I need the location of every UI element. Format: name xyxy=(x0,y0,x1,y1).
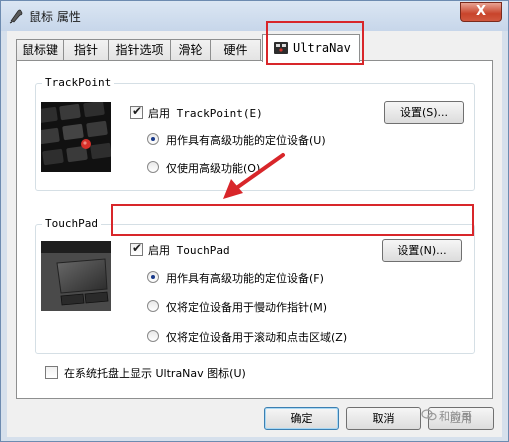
trackpoint-image xyxy=(41,102,111,172)
tab-mouse-buttons[interactable]: 鼠标键 xyxy=(16,39,64,61)
trackpoint-settings-button[interactable]: 设置(S)... xyxy=(384,101,464,124)
mouse-icon xyxy=(9,9,23,24)
trackpoint-group-label: TrackPoint xyxy=(42,76,115,89)
chat-bubble-icon xyxy=(421,409,437,421)
ultranav-tab-highlight xyxy=(266,21,364,65)
enable-touchpad-label: 启用 TouchPad xyxy=(148,244,230,257)
enable-trackpoint-label: 启用 TrackPoint(E) xyxy=(148,107,263,120)
tab-label: 指针选项 xyxy=(115,43,164,57)
check-icon: ✔ xyxy=(132,241,143,255)
touchpad-image xyxy=(41,241,111,311)
tab-label: 滑轮 xyxy=(178,43,203,57)
tab-wheel[interactable]: 滑轮 xyxy=(170,39,211,61)
annotation-arrow-icon xyxy=(223,153,285,199)
enable-trackpoint-checkbox[interactable]: ✔ xyxy=(130,104,143,119)
trackpoint-advanced-pointer-label: 用作具有高级功能的定位设备(U) xyxy=(166,134,326,147)
touchpad-slow-motion-label: 仅将定位设备用于慢动作指针(M) xyxy=(166,301,328,314)
touchpad-advanced-pointer-label: 用作具有高级功能的定位设备(F) xyxy=(166,272,324,285)
trackpoint-advanced-only-radio[interactable] xyxy=(147,161,159,173)
tab-pointer-options[interactable]: 指针选项 xyxy=(108,39,171,61)
touchpad-slow-motion-radio[interactable] xyxy=(147,300,159,312)
show-tray-icon-label: 在系统托盘上显示 UltraNav 图标(U) xyxy=(64,365,246,381)
title-bar[interactable]: 鼠标 属性 X xyxy=(1,1,508,31)
tray-option-text: 在系统托盘上显示 UltraNav 图标(U) xyxy=(64,367,246,380)
touchpad-advanced-pointer-radio[interactable] xyxy=(147,271,159,283)
tab-hardware[interactable]: 硬件 xyxy=(210,39,261,61)
tab-label: 指针 xyxy=(73,43,98,57)
touchpad-row-highlight xyxy=(111,204,474,236)
cancel-button[interactable]: 取消 xyxy=(346,407,421,430)
tab-label: 鼠标键 xyxy=(21,43,58,57)
touchpad-scroll-click-label: 仅将定位设备用于滚动和点击区域(Z) xyxy=(166,331,348,344)
tab-label: 硬件 xyxy=(223,43,248,57)
show-tray-icon-checkbox[interactable] xyxy=(45,366,58,379)
touchpad-group-label: TouchPad xyxy=(42,217,101,230)
check-icon: ✔ xyxy=(132,104,143,118)
window-title: 鼠标 属性 xyxy=(29,10,81,24)
tab-pointers[interactable]: 指针 xyxy=(63,39,109,61)
watermark-text: 和韵哥 xyxy=(439,410,472,423)
close-icon: X xyxy=(475,4,487,19)
mouse-properties-window: 鼠标 属性 X 鼠标键 指针 指针选项 滑轮 硬件 UltraNav Track… xyxy=(0,0,509,442)
touchpad-scroll-click-radio[interactable] xyxy=(147,330,159,342)
close-button[interactable]: X xyxy=(460,2,502,22)
touchpad-icon xyxy=(41,241,111,311)
ok-button[interactable]: 确定 xyxy=(264,407,339,430)
enable-touchpad-checkbox[interactable]: ✔ xyxy=(130,241,143,256)
watermark: 和韵哥 xyxy=(421,405,505,427)
trackpoint-advanced-pointer-radio[interactable] xyxy=(147,133,159,145)
touchpad-settings-button[interactable]: 设置(N)... xyxy=(382,239,462,262)
trackpoint-keyboard-icon xyxy=(41,102,111,172)
